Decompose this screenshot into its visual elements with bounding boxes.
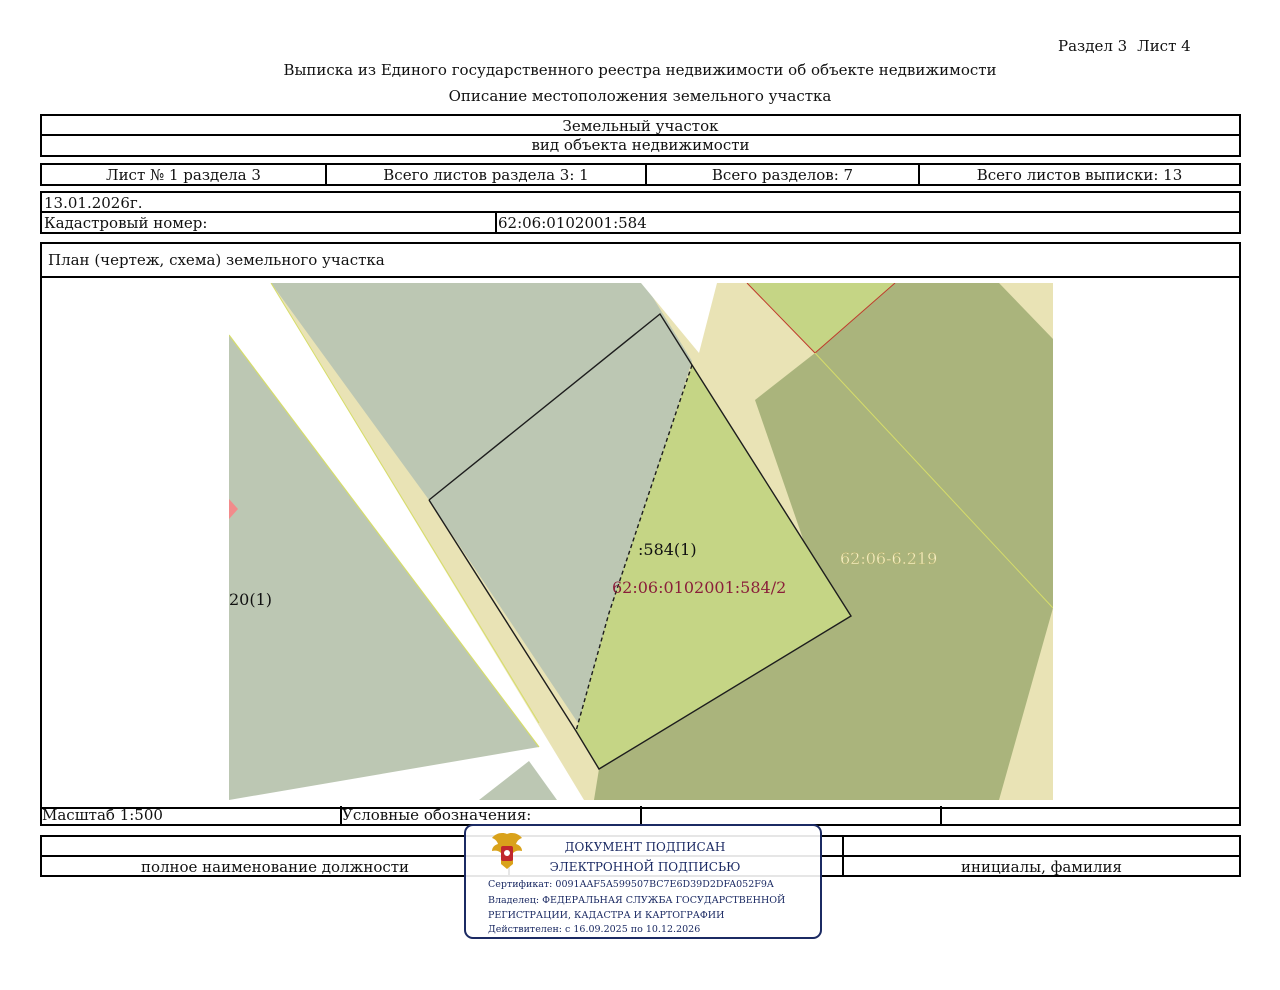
sheet-number: Лист 4	[1137, 37, 1191, 55]
document-title: Выписка из Единого государственного реес…	[283, 61, 997, 79]
meta-box: 13.01.2026г. Кадастровый номер: 62:06:01…	[40, 191, 1241, 234]
object-type-value: Земельный участок	[562, 118, 719, 134]
section-sheet-indicator: Раздел 3 Лист 4	[1058, 37, 1191, 55]
stamp-certificate: Сертификат: 0091AAF5A599507BC7E6D39D2DFA…	[488, 879, 774, 890]
object-type-caption: вид объекта недвижимости	[531, 137, 750, 154]
label-parcel-short: :584(1)	[638, 540, 697, 559]
cadastral-label: Кадастровый номер:	[44, 215, 208, 232]
total-sections-cell: Всего разделов: 7	[711, 167, 854, 184]
label-parcel-part: 62:06:0102001:584/2	[612, 578, 786, 597]
label-zone: 62:06-6.219	[840, 549, 937, 568]
e-signature-stamp: ДОКУМЕНТ ПОДПИСАН ЭЛЕКТРОННОЙ ПОДПИСЬЮ С…	[464, 824, 822, 939]
stamp-title-line2: ЭЛЕКТРОННОЙ ПОДПИСЬЮ	[549, 860, 741, 874]
stamp-validity: Действителен: с 16.09.2025 по 10.12.2026	[488, 924, 701, 935]
label-left-parcel: 20(1)	[229, 590, 272, 609]
legend-label: Условные обозначения:	[342, 807, 532, 824]
parcel-map: 20(1) :584(1) 62:06:0102001:584/2 62:06-…	[229, 283, 1053, 800]
stamp-title-line1: ДОКУМЕНТ ПОДПИСАН	[564, 840, 726, 854]
plan-heading: План (чертеж, схема) земельного участка	[48, 252, 385, 269]
name-caption: инициалы, фамилия	[961, 859, 1122, 875]
parcel-map-drawing: 20(1) :584(1) 62:06:0102001:584/2 62:06-…	[229, 283, 1053, 800]
document-subtitle: Описание местоположения земельного участ…	[448, 87, 832, 105]
scale-legend-row: Масштаб 1:500 Условные обозначения:	[40, 806, 1241, 826]
object-type-box: Земельный участок вид объекта недвижимос…	[40, 114, 1241, 157]
extract-date: 13.01.2026г.	[44, 195, 143, 211]
cadastral-value: 62:06:0102001:584	[498, 215, 647, 232]
stamp-owner-line1: Владелец: ФЕДЕРАЛЬНАЯ СЛУЖБА ГОСУДАРСТВЕ…	[488, 895, 786, 906]
stamp-owner-line2: РЕГИСТРАЦИИ, КАДАСТРА И КАРТОГРАФИИ	[488, 910, 725, 921]
position-caption: полное наименование должности	[140, 859, 410, 875]
section-number: Раздел 3	[1058, 37, 1128, 55]
scale-text: Масштаб 1:500	[42, 807, 163, 824]
sheets-info-row: Лист № 1 раздела 3 Всего листов раздела …	[40, 163, 1241, 186]
total-sheets-section-cell: Всего листов раздела 3: 1	[383, 167, 589, 184]
total-sheets-extract-cell: Всего листов выписки: 13	[976, 167, 1183, 184]
sheet-number-cell: Лист № 1 раздела 3	[106, 167, 261, 184]
